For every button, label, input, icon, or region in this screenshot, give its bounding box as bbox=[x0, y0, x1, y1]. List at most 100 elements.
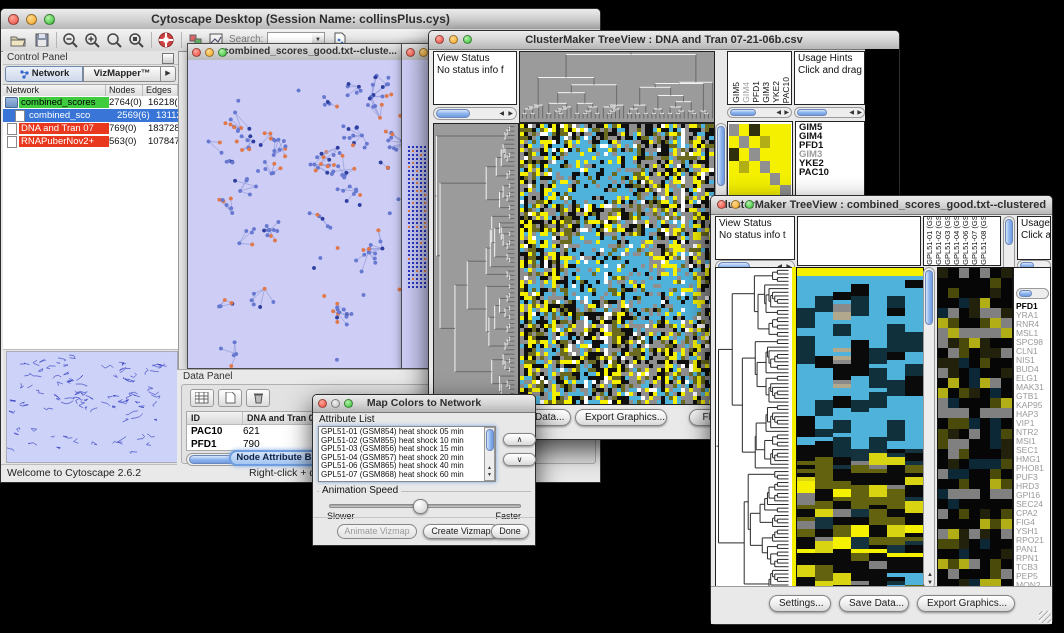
row-dendrogram[interactable] bbox=[433, 123, 519, 405]
dialog-titlebar[interactable]: Map Colors to Network bbox=[313, 395, 535, 413]
expression-heatmap[interactable] bbox=[519, 123, 715, 405]
network-view-titlebar[interactable]: combined_scores_good.txt--cluste... bbox=[188, 44, 432, 61]
scroll-up-icon[interactable]: ▲ bbox=[927, 572, 933, 578]
status-hscrollbar[interactable]: ◀ ▶ bbox=[433, 107, 517, 120]
attribute-list-item[interactable]: GPL51-07 (GSM868) heat shock 60 min bbox=[319, 471, 483, 480]
column-label: GIM4 bbox=[741, 82, 751, 103]
dialog-button[interactable]: Create Vizmap bbox=[423, 524, 499, 539]
dialog-button[interactable]: Animate Vizmap bbox=[337, 524, 417, 539]
tab-vizmapper[interactable]: VizMapper™ bbox=[83, 66, 161, 82]
selected-cluster-heatmap[interactable] bbox=[937, 267, 1013, 591]
network-tree-row[interactable]: combined_sco2569(6)13112(15) bbox=[3, 109, 178, 122]
mini-hscrollbar[interactable]: ◀ ▶ bbox=[727, 107, 792, 118]
scroll-left-icon[interactable]: ◀ bbox=[776, 110, 781, 116]
treeview-button[interactable]: Export Graphics... bbox=[917, 595, 1015, 612]
tab-overflow-icon[interactable]: ▶ bbox=[161, 66, 176, 82]
selected-column-labels: GIM5GIM4PFD1GIM3YKE2PAC10 bbox=[727, 51, 792, 105]
network-overview-thumbnail[interactable] bbox=[6, 351, 178, 463]
close-icon[interactable] bbox=[318, 399, 327, 408]
zoom-selected-icon[interactable] bbox=[127, 31, 145, 49]
array-column-label: GPL51-01 (GSM854) bbox=[925, 216, 934, 265]
column-dendrogram-area bbox=[797, 216, 921, 266]
move-up-button[interactable]: ∧ bbox=[503, 433, 536, 446]
minimize-icon[interactable] bbox=[331, 399, 340, 408]
zoom-in-icon[interactable] bbox=[83, 31, 101, 49]
network-view-window: combined_scores_good.txt--cluste... bbox=[187, 43, 433, 369]
minimize-icon[interactable] bbox=[26, 14, 37, 25]
minimize-icon[interactable] bbox=[205, 48, 214, 57]
window-title: ClusterMaker TreeView : DNA and Tran 07-… bbox=[525, 34, 803, 46]
new-attribute-icon[interactable] bbox=[218, 389, 242, 407]
cluster-mini-heatmap[interactable] bbox=[729, 124, 791, 198]
close-icon[interactable] bbox=[406, 48, 415, 57]
view-status-panel: View Status No status info t bbox=[715, 216, 795, 260]
tab-network[interactable]: Network bbox=[5, 66, 83, 82]
array-column-label: GPL51-03 (GSM856) bbox=[943, 216, 952, 265]
main-titlebar[interactable]: Cytoscape Desktop (Session Name: collins… bbox=[1, 9, 600, 30]
network-tree-row[interactable]: RNAPuberNov2+563(0)107847(0) bbox=[3, 135, 178, 148]
row-dendrogram[interactable] bbox=[715, 267, 793, 591]
scroll-right-icon[interactable]: ▶ bbox=[508, 111, 513, 117]
close-icon[interactable] bbox=[435, 35, 444, 44]
gene-label: PAC10 bbox=[799, 168, 861, 177]
zoom-window-icon[interactable] bbox=[463, 35, 472, 44]
scroll-right-icon[interactable]: ▶ bbox=[857, 110, 862, 116]
attribute-listbox[interactable]: GPL51-01 (GSM854) heat shock 05 minGPL51… bbox=[318, 426, 496, 482]
doc-icon bbox=[7, 123, 17, 135]
move-down-button[interactable]: ∨ bbox=[503, 453, 536, 466]
animation-speed-label: Animation Speed bbox=[319, 485, 401, 496]
close-icon[interactable] bbox=[8, 14, 19, 25]
close-icon[interactable] bbox=[717, 200, 726, 209]
scroll-left-icon[interactable]: ◀ bbox=[849, 110, 854, 116]
zoom-window-icon[interactable] bbox=[745, 200, 754, 209]
column-label: PAC10 bbox=[781, 77, 791, 103]
heatmap-vscrollbar[interactable]: ▲ ▼ bbox=[923, 267, 935, 589]
network-tree-row[interactable]: combined_scores2764(0)16218(0) bbox=[3, 96, 178, 109]
treeview-dna-titlebar[interactable]: ClusterMaker TreeView : DNA and Tran 07-… bbox=[429, 31, 899, 50]
minimize-icon[interactable] bbox=[731, 200, 740, 209]
network-tree-row[interactable]: DNA and Tran 07769(0)183728(0) bbox=[3, 122, 178, 135]
hints-hscrollbar[interactable]: ◀ ▶ bbox=[794, 107, 865, 118]
scroll-left-icon[interactable]: ◀ bbox=[499, 111, 504, 117]
zoom-window-icon[interactable] bbox=[44, 14, 55, 25]
speed-slider-thumb[interactable] bbox=[413, 499, 428, 514]
zoom-out-icon[interactable] bbox=[61, 31, 79, 49]
cell-id: PAC10 bbox=[187, 425, 243, 438]
treeview-combined-titlebar[interactable]: ClusterMaker TreeView : combined_scores_… bbox=[711, 196, 1052, 215]
scroll-down-icon[interactable]: ▼ bbox=[487, 472, 492, 478]
resize-grip[interactable] bbox=[1039, 611, 1051, 623]
scroll-right-icon[interactable]: ▶ bbox=[784, 110, 789, 116]
minimize-icon[interactable] bbox=[449, 35, 458, 44]
float-panel-icon[interactable] bbox=[162, 53, 174, 64]
treeview-combined-window: ClusterMaker TreeView : combined_scores_… bbox=[710, 195, 1053, 625]
zoom-window-icon[interactable] bbox=[344, 399, 353, 408]
save-icon[interactable] bbox=[33, 31, 51, 49]
window-title: Cytoscape Desktop (Session Name: collins… bbox=[151, 12, 450, 26]
dialog-button[interactable]: Done bbox=[491, 524, 529, 539]
delete-attribute-icon[interactable] bbox=[246, 389, 270, 407]
close-icon[interactable] bbox=[192, 48, 201, 57]
zoom-fit-icon[interactable] bbox=[105, 31, 123, 49]
data-panel-title: Data Panel bbox=[183, 371, 232, 382]
open-file-icon[interactable] bbox=[9, 31, 27, 49]
treeview-button[interactable]: Export Graphics... bbox=[575, 409, 667, 426]
scroll-up-icon[interactable]: ▲ bbox=[487, 465, 492, 471]
network-list-whitespace bbox=[3, 148, 178, 350]
treeview-button[interactable]: Save Data... bbox=[839, 595, 909, 612]
column-dendrogram[interactable] bbox=[519, 51, 715, 123]
genelist-hscrollbar[interactable] bbox=[1016, 288, 1049, 299]
network-name: combined_sco bbox=[27, 110, 117, 121]
zoom-window-icon[interactable] bbox=[218, 48, 227, 57]
array-column-label: GPL51-02 (GSM855) bbox=[934, 216, 943, 265]
minimize-icon[interactable] bbox=[419, 48, 428, 57]
attribute-list-vscrollbar[interactable]: ▲ ▼ bbox=[484, 427, 495, 481]
network-name: RNAPuberNov2+ bbox=[19, 136, 109, 147]
attribute-select-icon[interactable] bbox=[190, 389, 214, 407]
treeview-button[interactable]: Settings... bbox=[769, 595, 831, 612]
network-canvas[interactable] bbox=[188, 60, 432, 368]
dialog-footer: Animate Vizmap Create VizmapDone bbox=[313, 517, 535, 545]
network-edges-count: 13112(15) bbox=[156, 110, 178, 121]
cluster-gene-labels: GIM5GIM4PFD1GIM3YKE2PAC10 bbox=[795, 121, 865, 205]
expression-heatmap[interactable] bbox=[796, 267, 924, 591]
help-lifering-icon[interactable] bbox=[157, 31, 175, 49]
